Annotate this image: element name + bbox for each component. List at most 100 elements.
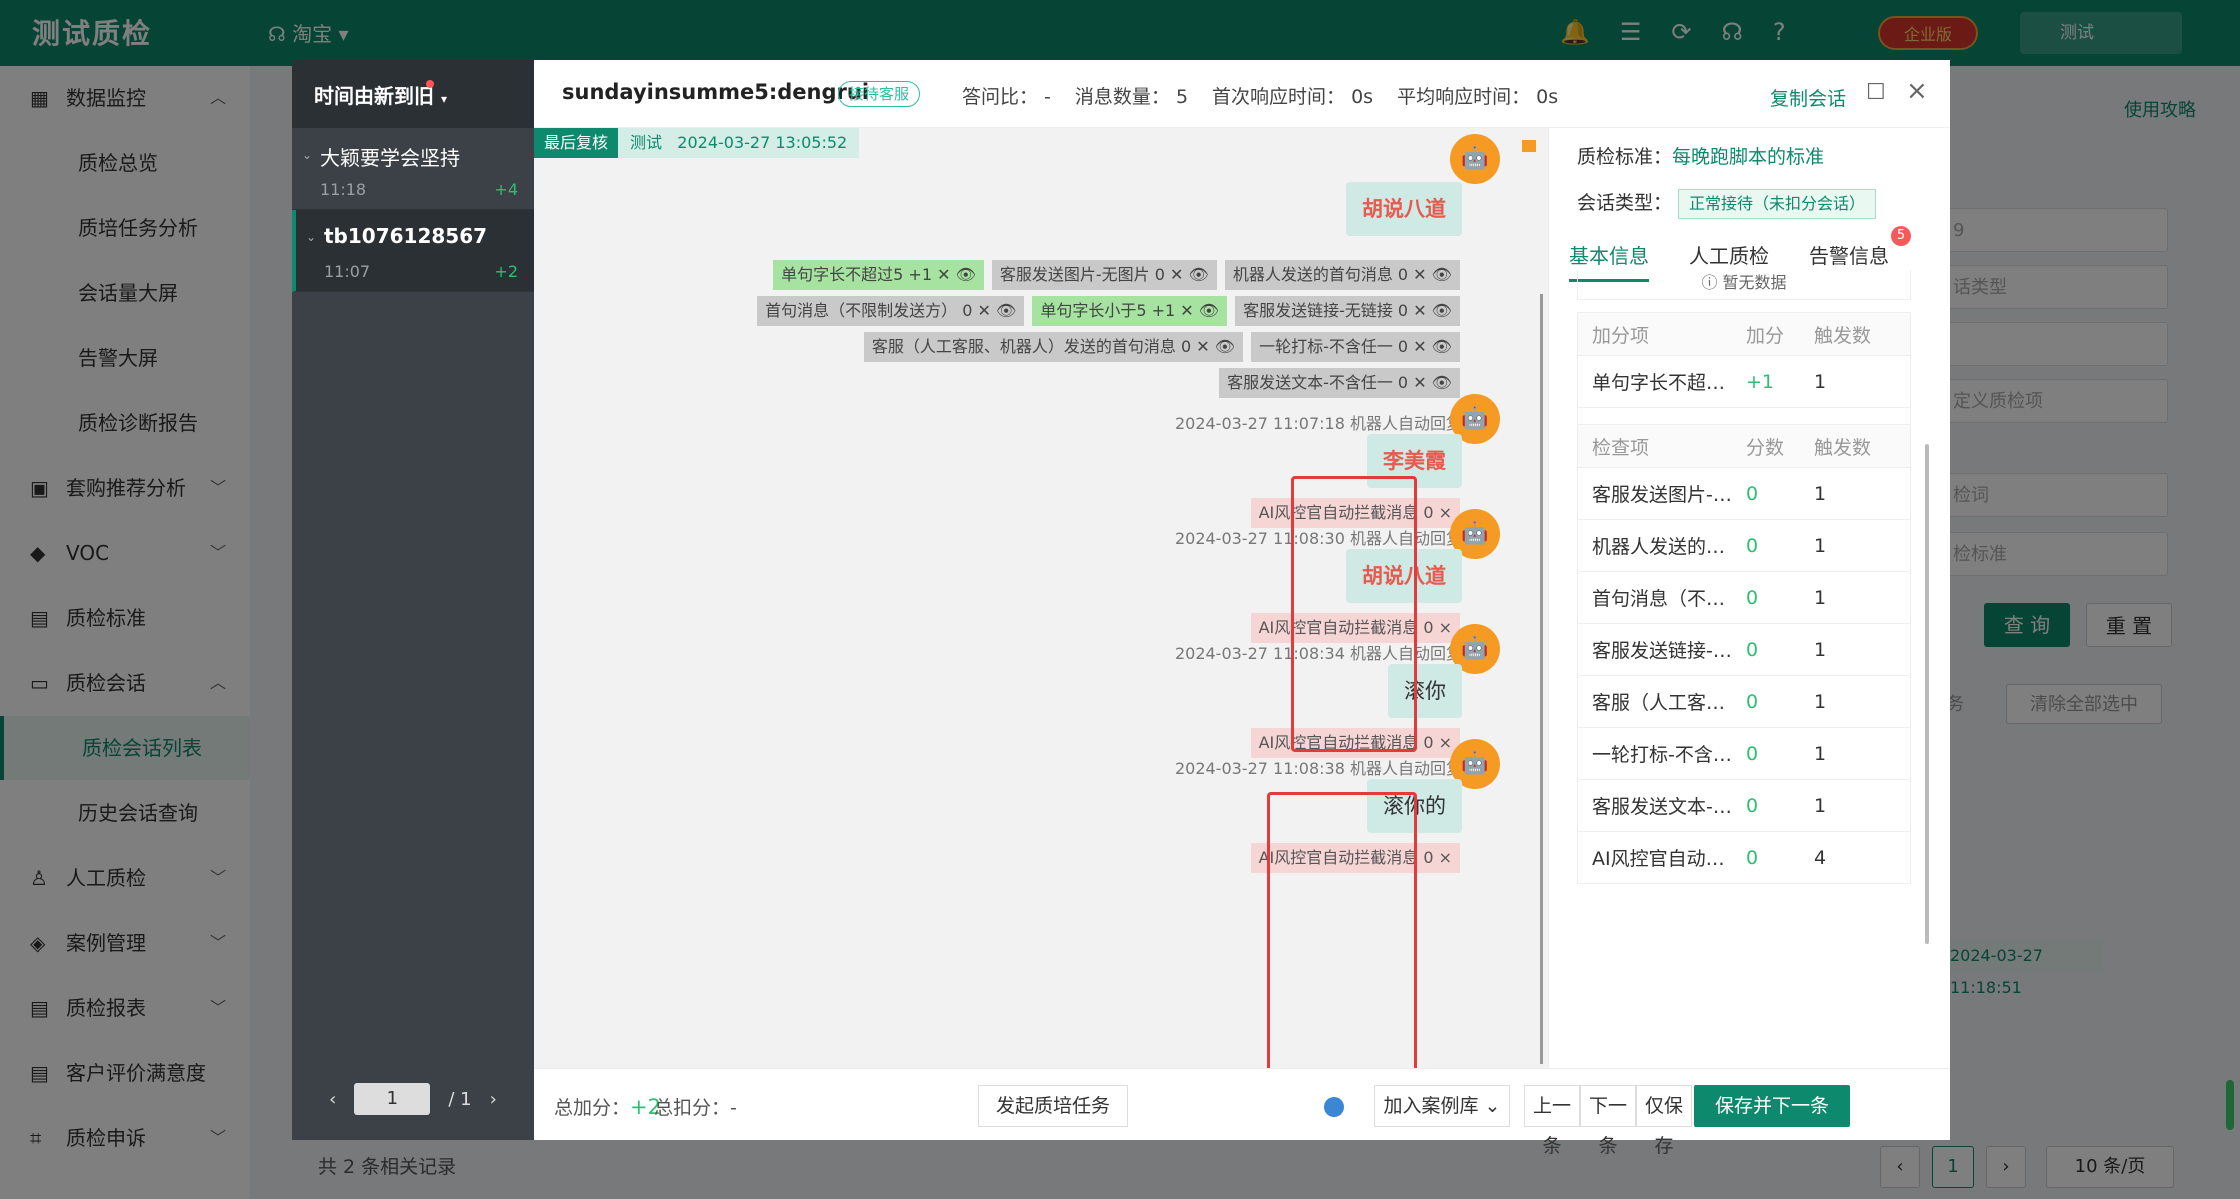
table-cell: 客服发送图片-无图片 (1592, 484, 1736, 506)
rule-tag[interactable]: 单句字长小于5 +1 ✕ 👁 (1032, 296, 1228, 326)
save-and-next-button[interactable]: 保存并下一条 (1694, 1085, 1850, 1127)
table-cell: 1 (1814, 534, 1827, 557)
rule-tag[interactable]: 客服（人工客服、机器人）发送的首句消息 0 ✕ 👁 (863, 332, 1244, 362)
panel-scrollbar[interactable] (1925, 444, 1929, 944)
session-type-tag: 正常接待（未扣分会话） (1678, 189, 1877, 219)
alert-count-badge: 5 (1891, 226, 1911, 246)
page-total: / 1 (448, 1088, 472, 1110)
rule-tag[interactable]: 客服发送链接-无链接 0 ✕ 👁 (1235, 296, 1460, 326)
conversation-panel: 时间由新到旧 ▾ ⌄ 大颖要学会坚持 11:18 +4 ⌄ tb10761285… (292, 60, 534, 1140)
table-cell: 0 (1746, 690, 1759, 713)
table-cell: 1 (1814, 482, 1827, 505)
rule-tag[interactable]: 首句消息（不限制发送方） 0 ✕ 👁 (757, 296, 1025, 326)
table-cell: 0 (1746, 742, 1759, 765)
table-cell: 机器人发送的首句消息 (1592, 536, 1736, 558)
conversation-pager: ‹ 1 / 1 › (292, 1058, 534, 1140)
table-cell: AI风控官自动拦截消息 (1592, 848, 1736, 870)
prev-button[interactable]: 上一条 (1524, 1085, 1580, 1157)
conversation-title: sundayinsumme5:dengrui (562, 80, 870, 104)
rule-tag[interactable]: 一轮打标-不含任一 0 ✕ 👁 (1251, 332, 1460, 362)
table-row: 单句字长不超过5 +1 1 (1578, 355, 1910, 407)
rule-tag[interactable]: 机器人发送的首句消息 0 ✕ 👁 (1224, 260, 1460, 290)
table-cell: 1 (1814, 370, 1827, 393)
rule-tag-row: 首句消息（不限制发送方） 0 ✕ 👁 单句字长小于5 +1 ✕ 👁 客服发送链接-无… (757, 296, 1460, 326)
table-cell: 客服发送文本-不含任一 (1592, 796, 1736, 818)
table-cell: 一轮打标-不含任一 (1592, 744, 1736, 766)
rule-tag-row: 客服发送文本-不含任一 0 ✕ 👁 (1219, 368, 1460, 398)
first-response-time: 首次响应时间： 0s (1212, 86, 1374, 108)
check-items-table: 检查项分数触发数客服发送图片-无图片01机器人发送的首句消息01首句消息（不限制… (1577, 424, 1911, 884)
conversation-name: 大颖要学会坚持 (320, 146, 460, 170)
new-dot (426, 80, 434, 88)
table-cell: 客服发送链接-无链接 (1592, 640, 1736, 662)
standard-link[interactable]: 每晚跑脚本的标准 (1672, 146, 1824, 168)
message-meta: 2024-03-27 11:08:38 机器人自动回复 (1174, 759, 1462, 778)
conversation-item[interactable]: ⌄ 大颖要学会坚持 11:18 +4 (292, 128, 534, 210)
table-row: 首句消息（不限制发送方） 0 1 (1578, 571, 1910, 623)
table-cell: 单句字长不超过5 (1592, 372, 1736, 394)
maximize-icon[interactable]: ☐ (1866, 80, 1886, 105)
close-icon[interactable]: × (1906, 76, 1928, 106)
robot-avatar-icon: 🤖 (1450, 134, 1500, 184)
table-cell: 首句消息（不限制发送方） (1592, 588, 1736, 610)
table-cell: 0 (1746, 846, 1759, 869)
table-row: 机器人发送的首句消息 0 1 (1578, 519, 1910, 571)
table-cell: 1 (1814, 586, 1827, 609)
review-info: 最后复核 测试 2024-03-27 13:05:52 (534, 128, 860, 158)
rule-tag[interactable]: 单句字长不超过5 +1 ✕ 👁 (773, 260, 984, 290)
page-input[interactable]: 1 (354, 1083, 431, 1115)
avg-response-time: 平均响应时间： 0s (1397, 86, 1559, 108)
total-minus: 总扣分：- (654, 1097, 737, 1119)
conversation-item[interactable]: ⌄ tb1076128567 11:07 +2 (292, 210, 534, 292)
message-bubble: 胡说八道 (1346, 182, 1462, 236)
table-row: 客服（人工客服、机器人）发送的首句消息 0 1 (1578, 675, 1910, 727)
table-cell: +1 (1746, 370, 1775, 393)
message-count: 消息数量： 5 (1074, 86, 1189, 108)
save-only-button[interactable]: 仅保存 (1636, 1085, 1692, 1157)
agent-tag: 接待客服 (838, 81, 921, 107)
rule-tag[interactable]: 客服发送图片-无图片 0 ✕ 👁 (991, 260, 1217, 290)
table-cell: 1 (1814, 690, 1827, 713)
session-type-row: 会话类型： 正常接待（未扣分会话） (1577, 188, 1877, 219)
help-bubble-icon[interactable] (1324, 1097, 1344, 1117)
chat-scrollbar[interactable] (1540, 294, 1543, 1064)
rule-tag[interactable]: 客服发送文本-不含任一 0 ✕ 👁 (1219, 368, 1460, 398)
chevron-right-icon[interactable]: › (490, 1089, 497, 1110)
table-row: 客服发送文本-不含任一 0 1 (1578, 779, 1910, 831)
quality-info-panel: 质检标准：每晚跑脚本的标准 会话类型： 正常接待（未扣分会话） 基本信息 人工质检… (1548, 128, 1950, 1068)
conversation-stats: 答问比： - 消息数量： 5 首次响应时间： 0s 平均响应时间： 0s (962, 82, 1558, 109)
review-detail: 测试 2024-03-27 13:05:52 (618, 128, 860, 158)
total-plus: 总加分：+2 (554, 1095, 661, 1119)
next-button[interactable]: 下一条 (1580, 1085, 1636, 1157)
start-training-button[interactable]: 发起质培任务 (978, 1085, 1128, 1127)
chevron-down-icon: ⌄ (306, 230, 317, 244)
caret-down-icon: ▾ (440, 92, 447, 106)
table-cell: 客服（人工客服、机器人）发送的首句消息 (1592, 692, 1736, 714)
conversation-time: 11:18 (320, 180, 367, 199)
modal-header: sundayinsumme5:dengrui 接待客服 答问比： - 消息数量：… (534, 60, 1950, 128)
highlight-box (1267, 792, 1417, 1068)
table-cell: 1 (1814, 794, 1827, 817)
review-label: 最后复核 (534, 128, 619, 158)
copy-conversation-link[interactable]: 复制会话 (1770, 84, 1846, 111)
chat-area: 最后复核 测试 2024-03-27 13:05:52 🤖 胡说八道 单句字长不… (534, 128, 1548, 1068)
highlight-box (1291, 476, 1417, 752)
table-cell: 0 (1746, 534, 1759, 557)
conversation-time: 11:07 (324, 262, 371, 281)
table-cell: 0 (1746, 638, 1759, 661)
no-data: ⓘ 暂无数据 (1577, 270, 1911, 300)
conversation-score: +2 (494, 262, 518, 281)
chevron-left-icon[interactable]: ‹ (329, 1089, 336, 1110)
table-cell: 1 (1814, 638, 1827, 661)
table-row: 客服发送图片-无图片 0 1 (1578, 467, 1910, 519)
marker-icon (1522, 140, 1536, 152)
chevron-down-icon: ⌄ (302, 148, 313, 162)
sort-label: 时间由新到旧 (314, 84, 434, 108)
action-bar: 总加分：+2 总扣分：- 发起质培任务 加入案例库 ⌄ 上一条 下一条 仅保存 … (534, 1068, 1950, 1157)
table-cell: 1 (1814, 742, 1827, 765)
add-to-case-library-select[interactable]: 加入案例库 ⌄ (1374, 1085, 1510, 1127)
sort-dropdown[interactable]: 时间由新到旧 ▾ (292, 60, 534, 128)
table-header: 加分项 加分 触发数 (1578, 313, 1910, 355)
conversation-name: tb1076128567 (324, 224, 488, 248)
qa-ratio: 答问比： - (962, 86, 1051, 108)
